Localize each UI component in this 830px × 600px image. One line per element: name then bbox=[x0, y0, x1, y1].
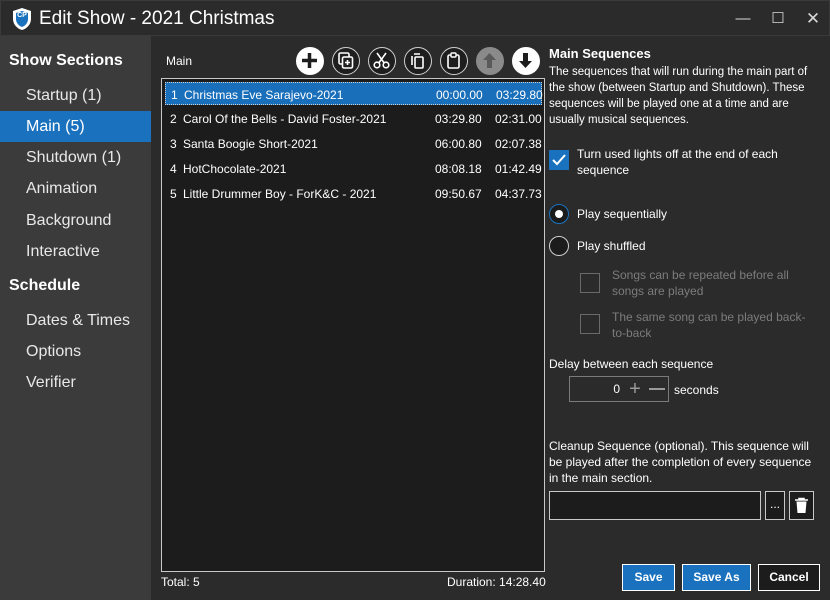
sidebar-item-dates-times[interactable]: Dates & Times bbox=[0, 305, 151, 336]
repeat-songs-label: Songs can be repeated before all songs a… bbox=[612, 268, 789, 298]
duplicate-button[interactable] bbox=[332, 47, 360, 75]
sidebar-item-animation[interactable]: Animation bbox=[0, 173, 151, 204]
cut-icon bbox=[373, 52, 390, 69]
plus-icon[interactable]: + bbox=[626, 379, 644, 399]
cut-button[interactable] bbox=[368, 47, 396, 75]
radio-dot bbox=[555, 210, 563, 218]
maximize-icon[interactable]: ☐ bbox=[763, 7, 793, 31]
browse-button[interactable]: ... bbox=[765, 491, 785, 520]
sidebar: Show Sections Startup (1) Main (5) Shutd… bbox=[0, 36, 151, 600]
cleanup-label: Cleanup Sequence (optional). This sequen… bbox=[549, 439, 812, 485]
copy-button[interactable] bbox=[404, 47, 432, 75]
sidebar-item-verifier[interactable]: Verifier bbox=[0, 367, 151, 398]
add-button[interactable] bbox=[296, 47, 324, 75]
sequence-list[interactable]: 1 Christmas Eve Sarajevo-2021 00:00.00 0… bbox=[161, 78, 545, 572]
sidebar-item-interactive[interactable]: Interactive bbox=[0, 236, 151, 267]
lights-off-label: Turn used lights off at the end of each … bbox=[577, 147, 778, 177]
list-item[interactable]: 2 Carol Of the Bells - David Foster-2021… bbox=[165, 107, 542, 130]
sequence-duration: 02:07.38 bbox=[495, 137, 542, 151]
total-count: Total: 5 bbox=[161, 575, 200, 589]
list-label: Main bbox=[166, 54, 193, 68]
play-sequentially-radio[interactable] bbox=[549, 204, 569, 224]
lights-off-checkbox[interactable] bbox=[549, 150, 569, 170]
sequence-duration: 03:29.80 bbox=[496, 88, 543, 102]
list-item[interactable]: 5 Little Drummer Boy - ForK&C - 2021 09:… bbox=[165, 182, 542, 205]
panel-title: Main Sequences bbox=[549, 46, 651, 61]
sidebar-item-startup[interactable]: Startup (1) bbox=[0, 80, 151, 111]
delay-value[interactable]: 0 bbox=[570, 382, 620, 396]
play-sequentially-label: Play sequentially bbox=[577, 207, 668, 221]
sequence-duration: 01:42.49 bbox=[495, 162, 542, 176]
minus-icon[interactable] bbox=[648, 379, 666, 399]
repeat-songs-checkbox[interactable] bbox=[580, 273, 600, 293]
play-shuffled-label: Play shuffled bbox=[577, 239, 646, 253]
save-as-button[interactable]: Save As bbox=[682, 564, 751, 591]
add-icon bbox=[302, 53, 317, 68]
move-up-icon bbox=[483, 53, 496, 68]
start-time: 09:50.67 bbox=[435, 187, 482, 201]
row-number: 1 bbox=[171, 88, 178, 102]
sidebar-header-show-sections: Show Sections bbox=[9, 52, 123, 69]
back-to-back-checkbox[interactable] bbox=[580, 314, 600, 334]
clear-cleanup-button[interactable] bbox=[789, 491, 814, 520]
checkmark-icon bbox=[552, 154, 566, 166]
sidebar-item-options[interactable]: Options bbox=[0, 336, 151, 367]
cp-shield-icon: CP bbox=[13, 8, 31, 30]
minimize-icon[interactable]: — bbox=[728, 7, 758, 31]
start-time: 03:29.80 bbox=[435, 112, 482, 126]
save-button[interactable]: Save bbox=[622, 564, 675, 591]
sequence-name: Santa Boogie Short-2021 bbox=[183, 137, 318, 151]
sequence-name: HotChocolate-2021 bbox=[183, 162, 287, 176]
window-title: Edit Show - 2021 Christmas bbox=[39, 8, 275, 29]
trash-icon bbox=[795, 497, 808, 513]
play-shuffled-radio[interactable] bbox=[549, 236, 569, 256]
delay-unit: seconds bbox=[674, 383, 719, 397]
sequence-duration: 04:37.73 bbox=[495, 187, 542, 201]
row-number: 3 bbox=[170, 137, 177, 151]
sidebar-header-schedule: Schedule bbox=[9, 277, 81, 294]
move-down-button[interactable] bbox=[512, 47, 540, 75]
delay-stepper[interactable]: 0 + bbox=[569, 376, 669, 402]
sequence-name: Christmas Eve Sarajevo-2021 bbox=[184, 88, 344, 102]
copy-icon bbox=[411, 53, 424, 69]
sidebar-item-shutdown[interactable]: Shutdown (1) bbox=[0, 142, 151, 173]
move-down-icon bbox=[519, 53, 532, 68]
row-number: 2 bbox=[170, 112, 177, 126]
cleanup-sequence-field[interactable] bbox=[549, 491, 761, 520]
list-item[interactable]: 4 HotChocolate-2021 08:08.18 01:42.49 bbox=[165, 157, 542, 180]
paste-icon bbox=[447, 52, 460, 69]
start-time: 06:00.80 bbox=[435, 137, 482, 151]
panel-description: The sequences that will run during the m… bbox=[549, 66, 808, 126]
total-duration: Duration: 14:28.40 bbox=[447, 575, 546, 589]
svg-text:CP: CP bbox=[17, 12, 27, 19]
start-time: 00:00.00 bbox=[436, 88, 483, 102]
row-number: 5 bbox=[170, 187, 177, 201]
row-number: 4 bbox=[170, 162, 177, 176]
sequence-name: Carol Of the Bells - David Foster-2021 bbox=[183, 112, 387, 126]
start-time: 08:08.18 bbox=[435, 162, 482, 176]
list-item[interactable]: 1 Christmas Eve Sarajevo-2021 00:00.00 0… bbox=[165, 82, 543, 105]
cancel-button[interactable]: Cancel bbox=[758, 564, 820, 591]
sidebar-item-main[interactable]: Main (5) bbox=[0, 111, 151, 142]
back-to-back-label: The same song can be played back-to-back bbox=[612, 310, 806, 340]
close-icon[interactable]: ✕ bbox=[798, 7, 828, 31]
duplicate-icon bbox=[338, 52, 354, 69]
list-item[interactable]: 3 Santa Boogie Short-2021 06:00.80 02:07… bbox=[165, 132, 542, 155]
sequence-name: Little Drummer Boy - ForK&C - 2021 bbox=[183, 187, 377, 201]
sequence-duration: 02:31.00 bbox=[495, 112, 542, 126]
title-bar: CP Edit Show - 2021 Christmas — ☐ ✕ bbox=[0, 0, 830, 36]
move-up-button[interactable] bbox=[476, 47, 504, 75]
paste-button[interactable] bbox=[440, 47, 468, 75]
sidebar-item-background[interactable]: Background bbox=[0, 205, 151, 236]
delay-label: Delay between each sequence bbox=[549, 357, 714, 371]
